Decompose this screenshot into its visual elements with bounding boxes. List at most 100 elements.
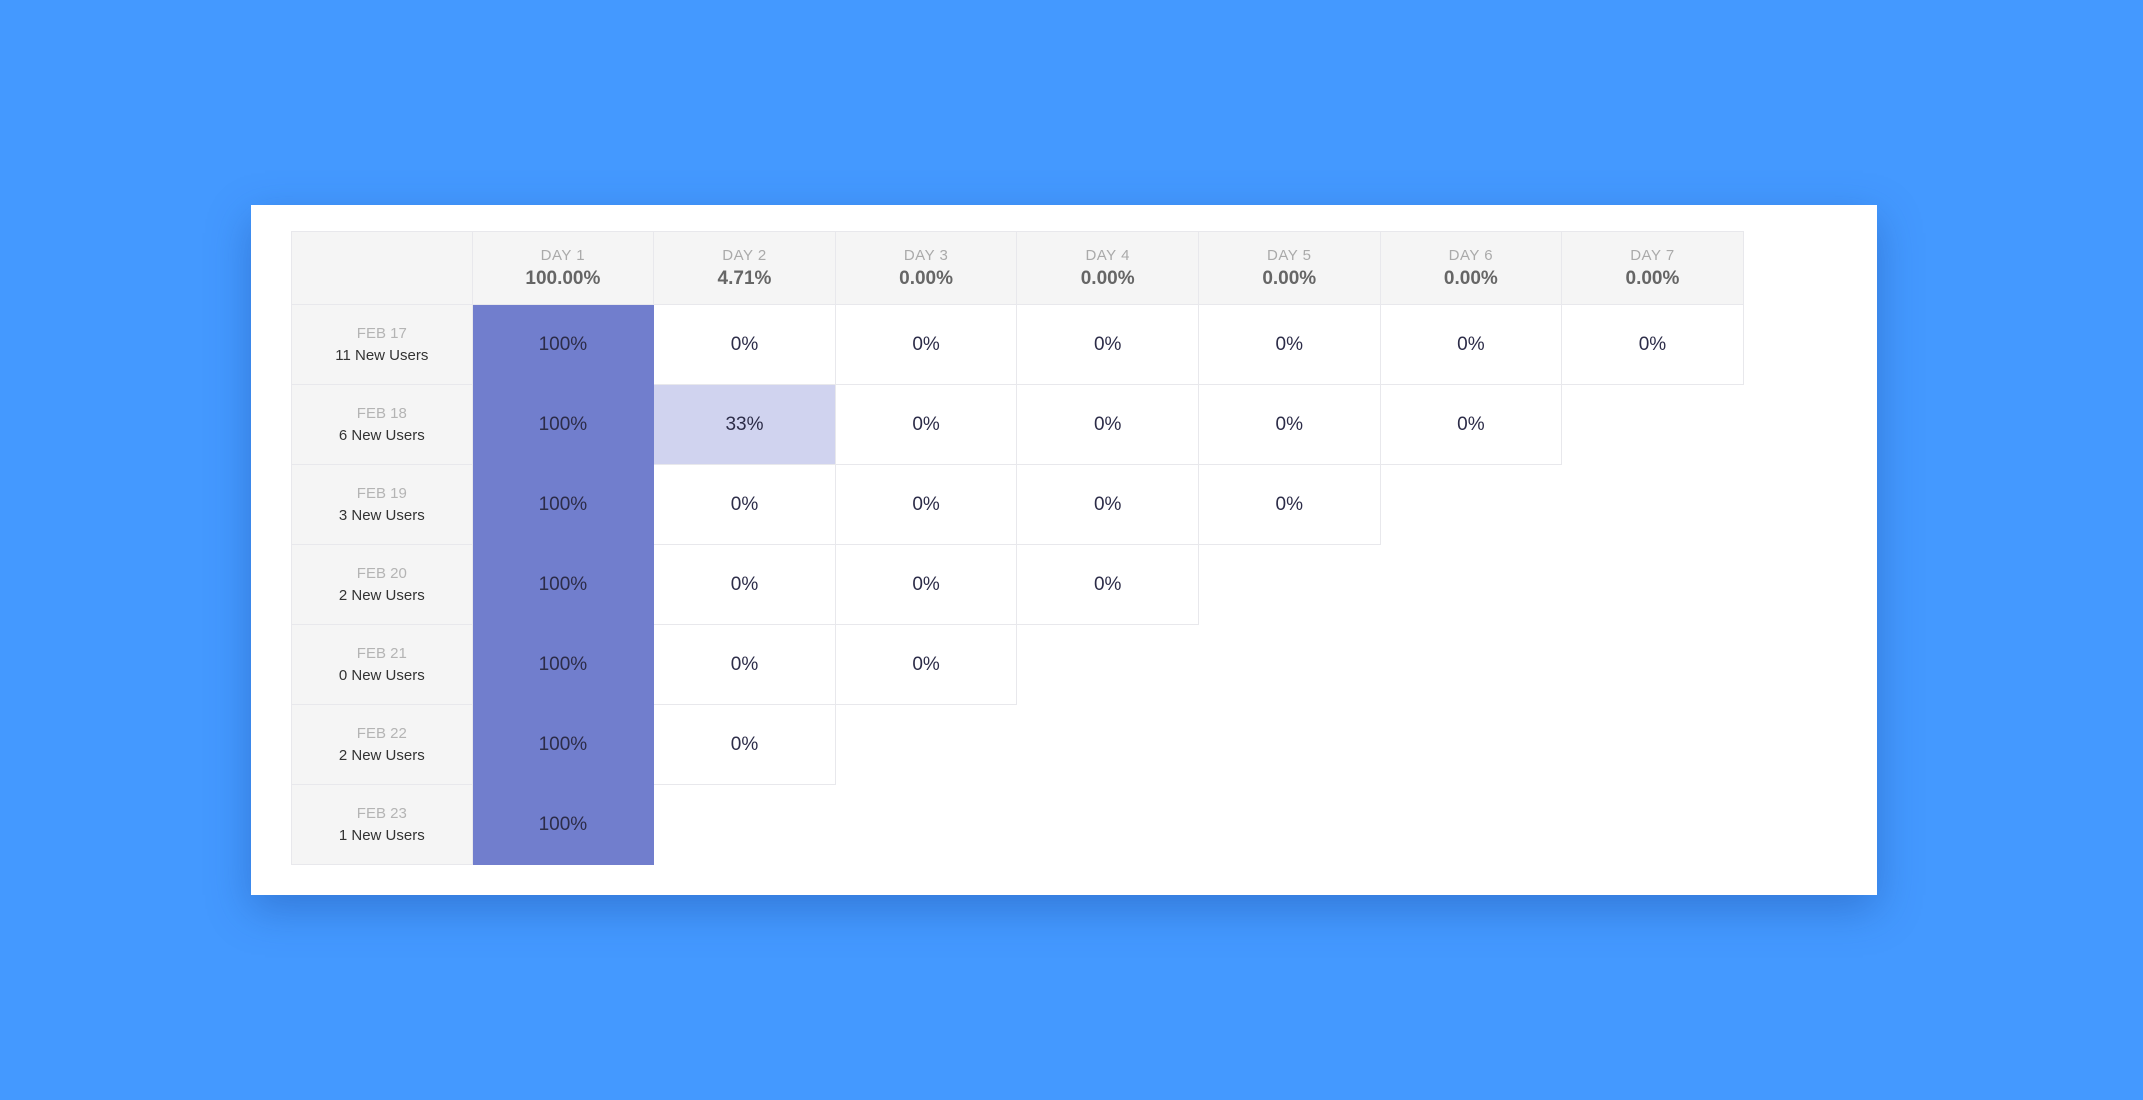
day-5-label: DAY 5 — [1267, 246, 1312, 264]
empty-cell — [1562, 785, 1744, 865]
empty-cell — [1199, 625, 1381, 705]
retention-cell: 100% — [472, 545, 655, 625]
retention-cell: 33% — [654, 385, 836, 465]
retention-cell: 0% — [1198, 385, 1381, 465]
retention-value: 0% — [912, 333, 940, 355]
retention-cell: 100% — [472, 305, 655, 385]
cohort-label: FEB 17 11 New Users — [291, 305, 473, 385]
retention-cell: 100% — [472, 705, 655, 785]
empty-cell — [1199, 705, 1381, 785]
cohort-date: FEB 18 — [356, 405, 407, 422]
retention-value: 100% — [538, 413, 588, 435]
cohort-label: FEB 18 6 New Users — [291, 385, 473, 465]
retention-value: 100% — [538, 573, 588, 595]
retention-value: 0% — [1093, 333, 1122, 355]
retention-cell: 100% — [472, 625, 655, 705]
day-2-header: DAY 2 4.71% — [654, 231, 836, 305]
cohort-row: FEB 23 1 New Users 100% — [291, 785, 1744, 865]
empty-cell — [1017, 705, 1199, 785]
retention-value: 33% — [725, 413, 764, 435]
cohort-label: FEB 19 3 New Users — [291, 465, 473, 545]
retention-cell: 0% — [654, 625, 836, 705]
cohort-date: FEB 22 — [356, 725, 407, 742]
empty-cell — [1199, 785, 1381, 865]
empty-cell — [1381, 465, 1563, 545]
day-6-header: DAY 6 0.00% — [1380, 231, 1563, 305]
cohort-new-users: 11 New Users — [335, 347, 429, 364]
empty-cell — [1562, 385, 1744, 465]
day-2-rate: 4.71% — [717, 267, 772, 289]
cohort-row: FEB 20 2 New Users 100% 0% 0% 0% — [291, 545, 1744, 625]
retention-cell: 0% — [1017, 545, 1199, 625]
empty-cell — [1562, 465, 1744, 545]
empty-cell — [836, 785, 1018, 865]
empty-cell — [1381, 785, 1563, 865]
cohort-new-users: 0 New Users — [338, 667, 425, 684]
retention-value: 0% — [912, 493, 940, 515]
retention-cell: 100% — [472, 465, 655, 545]
retention-value: 0% — [1275, 413, 1303, 435]
retention-cell: 0% — [654, 545, 836, 625]
empty-cell — [1562, 545, 1744, 625]
retention-value: 0% — [1457, 333, 1485, 355]
day-4-header: DAY 4 0.00% — [1017, 231, 1199, 305]
cohort-retention-table: DAY 1 100.00% DAY 2 4.71% DAY 3 0.00% DA… — [291, 231, 1744, 865]
empty-cell — [1381, 545, 1563, 625]
cohort-date: FEB 20 — [356, 565, 407, 582]
day-4-rate: 0.00% — [1080, 267, 1135, 289]
day-3-label: DAY 3 — [903, 246, 949, 264]
cohort-label: FEB 23 1 New Users — [291, 785, 473, 865]
cohort-date: FEB 23 — [356, 805, 407, 822]
cohort-row: FEB 17 11 New Users 100% 0% 0% 0% 0% 0% 0% — [291, 305, 1744, 385]
retention-value: 0% — [730, 653, 759, 675]
cohort-row: FEB 21 0 New Users 100% 0% 0% — [291, 625, 1744, 705]
retention-value: 100% — [538, 813, 588, 835]
retention-cell: 0% — [835, 545, 1018, 625]
retention-value: 0% — [1093, 573, 1122, 595]
retention-value: 100% — [538, 653, 588, 675]
empty-cell — [1381, 625, 1563, 705]
retention-value: 0% — [1275, 493, 1303, 515]
retention-value: 100% — [538, 733, 588, 755]
retention-value: 0% — [730, 333, 759, 355]
cohort-row: FEB 18 6 New Users 100% 33% 0% 0% 0% 0% — [291, 385, 1744, 465]
day-7-header: DAY 7 0.00% — [1562, 231, 1744, 305]
retention-value: 0% — [1093, 493, 1122, 515]
retention-cell: 100% — [472, 785, 655, 865]
cohort-label: FEB 22 2 New Users — [291, 705, 473, 785]
retention-cell: 0% — [1380, 305, 1563, 385]
retention-value: 100% — [538, 333, 588, 355]
retention-value: 0% — [730, 733, 759, 755]
retention-cell: 0% — [1380, 385, 1563, 465]
retention-value: 100% — [538, 493, 588, 515]
retention-cell: 0% — [835, 465, 1018, 545]
retention-value: 0% — [1457, 413, 1485, 435]
cohort-new-users: 6 New Users — [338, 427, 425, 444]
day-6-label: DAY 6 — [1448, 246, 1494, 264]
day-3-header: DAY 3 0.00% — [835, 231, 1018, 305]
retention-cell: 0% — [1198, 465, 1381, 545]
cohort-new-users: 1 New Users — [338, 827, 425, 844]
retention-value: 0% — [1093, 413, 1122, 435]
retention-card: DAY 1 100.00% DAY 2 4.71% DAY 3 0.00% DA… — [251, 205, 1877, 895]
cohort-row: FEB 19 3 New Users 100% 0% 0% 0% 0% — [291, 465, 1744, 545]
retention-value: 0% — [1638, 333, 1667, 355]
retention-cell: 0% — [1562, 305, 1744, 385]
day-5-rate: 0.00% — [1262, 267, 1317, 289]
retention-value: 0% — [912, 573, 940, 595]
day-1-label: DAY 1 — [540, 246, 586, 264]
retention-cell: 0% — [1198, 305, 1381, 385]
day-3-rate: 0.00% — [899, 267, 954, 289]
retention-cell: 0% — [1017, 385, 1199, 465]
retention-cell: 0% — [1017, 305, 1199, 385]
cohort-new-users: 2 New Users — [338, 747, 425, 764]
table-corner — [291, 231, 473, 305]
day-6-rate: 0.00% — [1443, 267, 1498, 289]
retention-cell: 0% — [654, 305, 836, 385]
empty-cell — [1199, 545, 1381, 625]
cohort-date: FEB 21 — [356, 645, 407, 662]
retention-value: 0% — [1275, 333, 1303, 355]
retention-value: 0% — [912, 413, 940, 435]
cohort-new-users: 3 New Users — [338, 507, 425, 524]
cohort-new-users: 2 New Users — [338, 587, 425, 604]
